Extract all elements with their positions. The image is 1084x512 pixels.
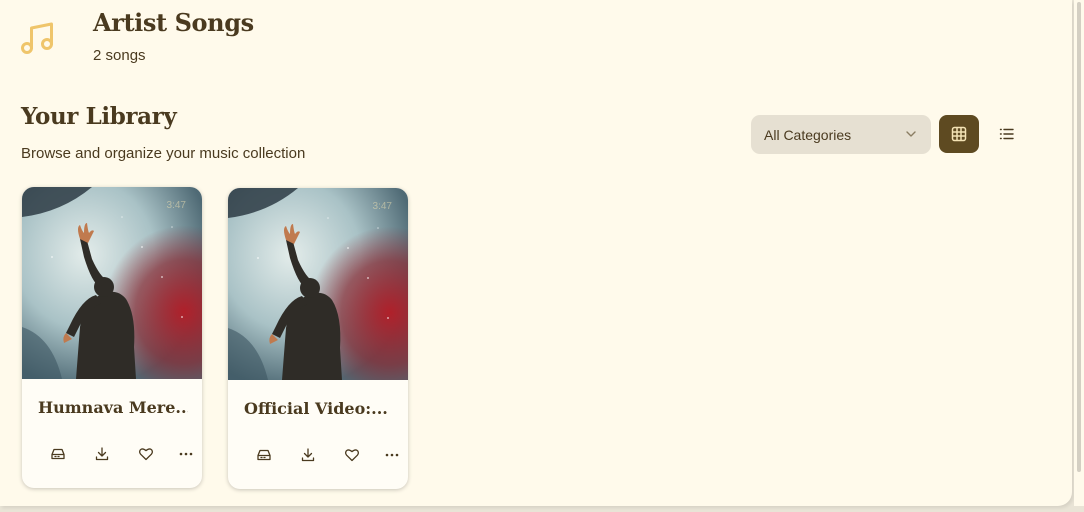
chevron-down-icon — [906, 131, 916, 137]
list-view-icon — [999, 128, 1014, 140]
favorite-button[interactable] — [134, 442, 158, 466]
add-to-queue-button[interactable] — [46, 442, 70, 466]
favorite-button[interactable] — [340, 443, 364, 467]
download-icon — [301, 448, 315, 462]
song-card[interactable]: 3:47 Official Video:... — [228, 188, 408, 489]
download-button[interactable] — [90, 442, 114, 466]
song-card[interactable]: 3:47 Humnava Mere... — [22, 187, 202, 488]
category-select-value: All Categories — [764, 126, 852, 143]
more-options-button[interactable] — [380, 443, 404, 467]
scrollbar-thumb[interactable] — [1077, 2, 1081, 472]
song-duration: 3:47 — [166, 200, 186, 211]
more-icon — [179, 452, 193, 456]
category-select[interactable]: All Categories — [751, 115, 931, 154]
library-subtitle: Browse and organize your music collectio… — [21, 145, 306, 162]
music-note-icon — [21, 22, 53, 54]
heart-icon — [139, 448, 153, 461]
heart-icon — [345, 449, 359, 462]
queue-icon — [257, 449, 271, 461]
song-duration: 3:47 — [372, 201, 392, 212]
download-icon — [95, 447, 109, 461]
more-options-button[interactable] — [174, 442, 198, 466]
song-title: Humnava Mere... — [38, 398, 188, 417]
more-icon — [385, 453, 399, 457]
library-title: Your Library — [21, 103, 177, 130]
page-title: Artist Songs — [93, 8, 254, 37]
add-to-queue-button[interactable] — [252, 443, 276, 467]
list-view-button[interactable] — [988, 115, 1026, 153]
grid-view-button[interactable] — [939, 115, 979, 153]
song-title: Official Video:... — [244, 399, 388, 418]
grid-view-icon — [951, 126, 967, 142]
main-panel: Artist Songs 2 songs Your Library Browse… — [0, 0, 1072, 506]
download-button[interactable] — [296, 443, 320, 467]
queue-icon — [51, 448, 65, 460]
song-cover-image — [228, 188, 408, 380]
song-cover-image — [22, 187, 202, 379]
song-count: 2 songs — [93, 47, 146, 64]
